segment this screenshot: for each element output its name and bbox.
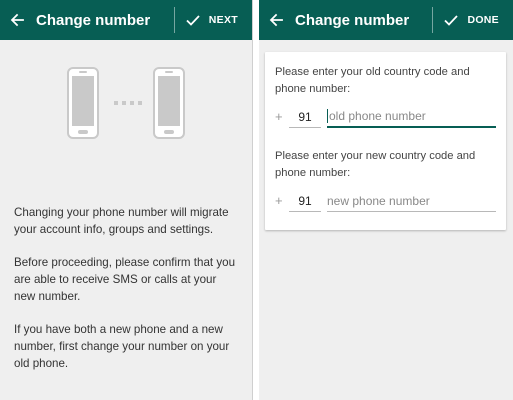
new-number-label: Please enter your new country code and p… (275, 150, 476, 179)
next-label: NEXT (208, 14, 238, 26)
app-bar-divider (432, 7, 434, 33)
new-phone-number-field[interactable]: new phone number (327, 194, 496, 212)
app-bar: Change number NEXT (0, 0, 252, 40)
change-number-form-screen: Change number DONE Please enter your old… (259, 0, 513, 400)
change-number-intro-screen: Change number NEXT Changing your phone n… (0, 0, 253, 400)
phone-illustration-icon (67, 67, 185, 139)
done-button[interactable]: DONE (443, 0, 513, 40)
page-title: Change number (36, 11, 151, 29)
phone-illustration (0, 66, 252, 140)
back-button[interactable] (0, 0, 34, 40)
new-country-code-field[interactable]: 91 (289, 194, 321, 212)
app-bar: Change number DONE (259, 0, 513, 40)
arrow-back-icon (269, 13, 283, 27)
instruction-paragraph: Before proceeding, please confirm that y… (14, 256, 236, 303)
old-country-code-field[interactable]: 91 (289, 110, 321, 128)
number-form-card: Please enter your old country code and p… (265, 52, 506, 230)
instruction-paragraph: Changing your phone number will migrate … (14, 206, 229, 236)
arrow-back-icon (10, 13, 24, 27)
back-button[interactable] (259, 0, 293, 40)
app-bar-divider (173, 7, 175, 33)
old-phone-placeholder: old phone number (327, 109, 426, 123)
page-title: Change number (295, 11, 410, 29)
check-icon (444, 15, 459, 26)
plus-sign: + (275, 109, 283, 124)
new-number-row: + 91 new phone number (275, 188, 496, 212)
old-number-section: Please enter your old country code and p… (275, 64, 496, 128)
old-number-label: Please enter your old country code and p… (275, 66, 470, 95)
old-number-row: + 91 old phone number (275, 104, 496, 128)
new-number-section: Please enter your new country code and p… (275, 148, 496, 212)
check-icon (186, 15, 200, 26)
done-label: DONE (467, 14, 499, 26)
plus-sign: + (275, 193, 283, 208)
instructions: Changing your phone number will migrate … (14, 204, 238, 372)
next-button[interactable]: NEXT (185, 0, 252, 40)
instruction-paragraph: If you have both a new phone and a new n… (14, 323, 230, 370)
old-phone-number-field[interactable]: old phone number (327, 109, 496, 128)
